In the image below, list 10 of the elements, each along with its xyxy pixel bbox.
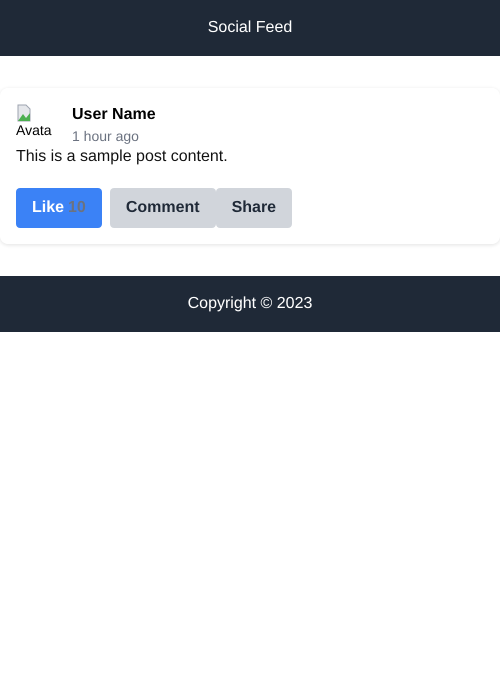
avatar-alt-text: Avata bbox=[16, 122, 53, 138]
user-name: User Name bbox=[72, 105, 156, 125]
post-time: 1 hour ago bbox=[72, 127, 140, 146]
comment-button[interactable]: Comment bbox=[110, 188, 216, 228]
broken-image-icon bbox=[16, 104, 32, 122]
post-content: This is a sample post content. bbox=[16, 147, 229, 167]
copyright-text: Copyright © 2023 bbox=[188, 295, 312, 313]
share-button[interactable]: Share bbox=[216, 188, 292, 228]
like-button[interactable]: Like 10 bbox=[16, 188, 102, 228]
header-title: Social Feed bbox=[208, 19, 292, 37]
